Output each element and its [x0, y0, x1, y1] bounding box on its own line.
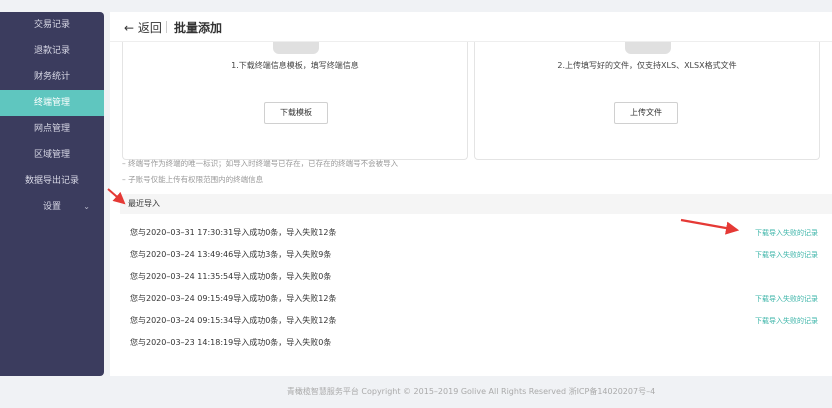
annotation-arrow-icon — [680, 218, 740, 235]
